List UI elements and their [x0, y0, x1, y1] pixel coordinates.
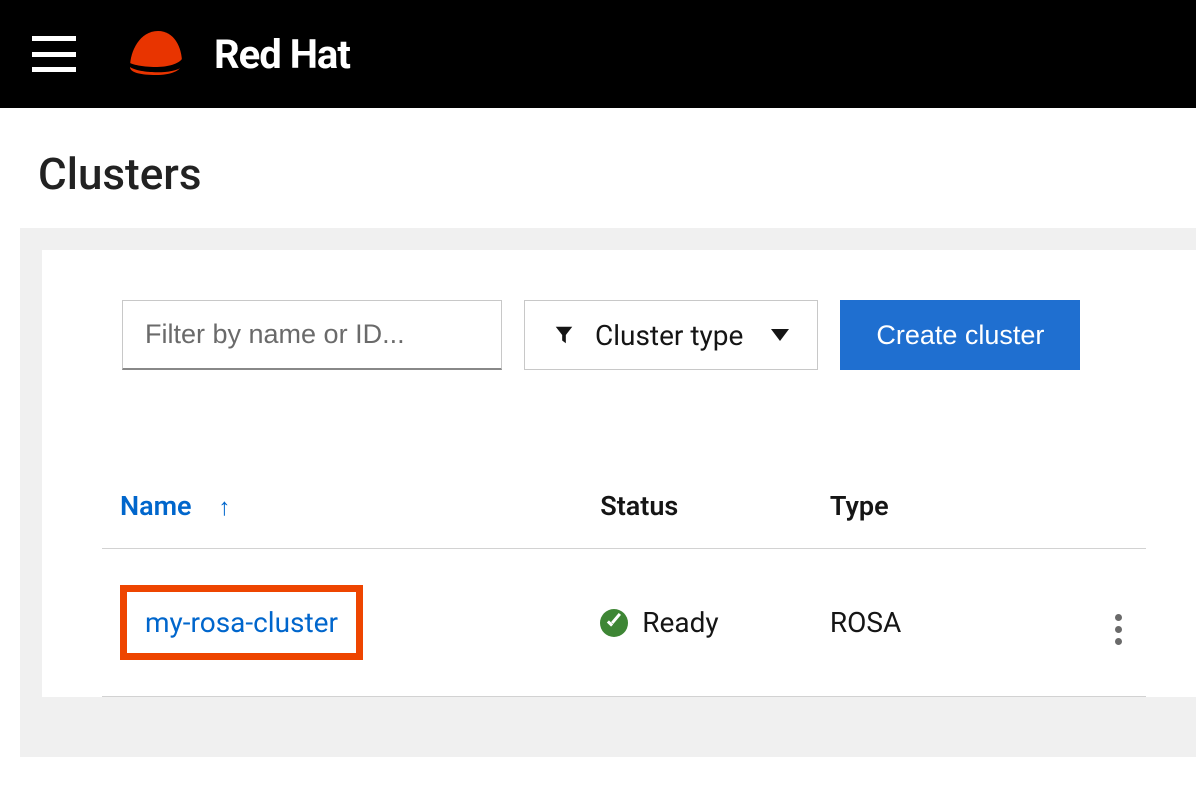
clusters-table: Name ↑ Status Type my-rosa-cluster [102, 490, 1146, 697]
check-circle-icon [600, 609, 628, 637]
top-bar: Red Hat [0, 0, 1196, 108]
column-header-type[interactable]: Type [812, 490, 1042, 549]
redhat-fedora-icon [116, 23, 196, 85]
column-header-name[interactable]: Name ↑ [102, 490, 582, 549]
cluster-type-select[interactable]: Cluster type [524, 300, 818, 370]
status-cell: Ready [600, 606, 794, 639]
chevron-down-icon [771, 329, 789, 341]
cluster-name-link[interactable]: my-rosa-cluster [145, 606, 338, 639]
column-header-status[interactable]: Status [582, 490, 812, 549]
highlight-annotation: my-rosa-cluster [120, 585, 363, 660]
type-cell: ROSA [812, 549, 1042, 697]
column-name-label: Name [120, 490, 192, 522]
filter-input-wrapper [122, 300, 502, 370]
table-row: my-rosa-cluster Ready ROSA [102, 549, 1146, 697]
content-panel: Cluster type Create cluster Name ↑ Statu… [42, 250, 1196, 697]
cluster-type-label: Cluster type [595, 319, 743, 352]
clusters-table-wrapper: Name ↑ Status Type my-rosa-cluster [42, 490, 1196, 697]
filter-funnel-icon [553, 324, 575, 346]
brand-name-text: Red Hat [214, 31, 350, 78]
toolbar: Cluster type Create cluster [42, 300, 1196, 370]
page-title: Clusters [0, 108, 1196, 228]
hamburger-menu-icon[interactable] [32, 36, 76, 72]
status-text: Ready [642, 606, 718, 639]
column-header-actions [1042, 490, 1146, 549]
brand-logo[interactable]: Red Hat [116, 23, 350, 85]
sort-ascending-icon: ↑ [218, 493, 230, 522]
kebab-menu-icon[interactable] [1109, 608, 1128, 651]
filter-name-input[interactable] [122, 300, 502, 370]
create-cluster-button[interactable]: Create cluster [840, 300, 1080, 370]
content-frame: Cluster type Create cluster Name ↑ Statu… [20, 228, 1196, 757]
